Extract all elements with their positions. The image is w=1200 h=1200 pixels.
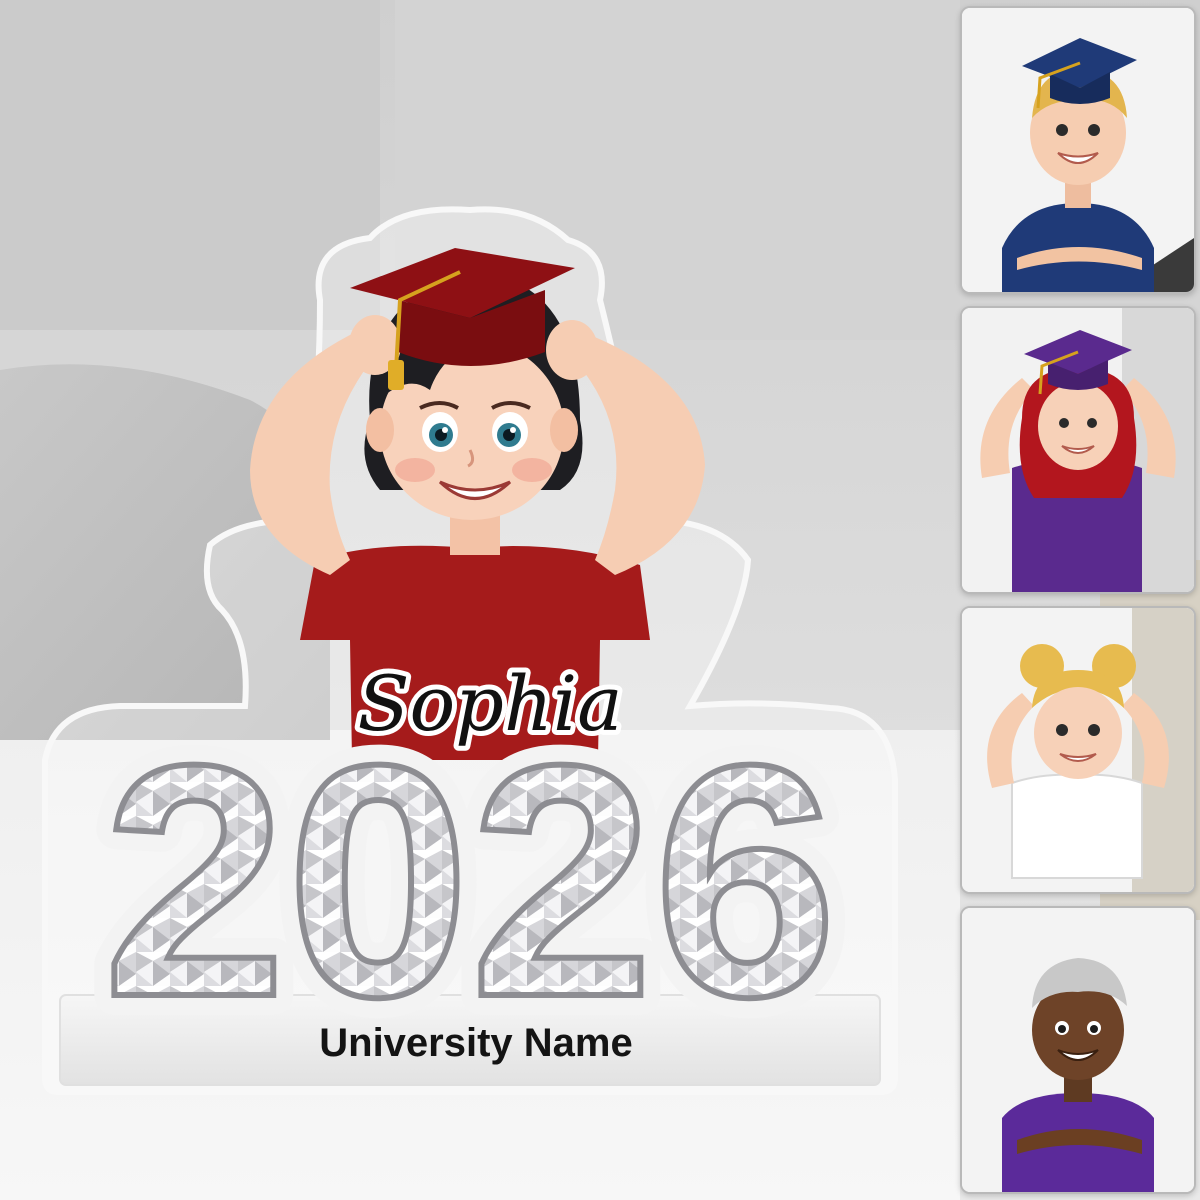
variant-thumbnail-blond-boy[interactable] — [960, 6, 1196, 294]
custom-name-text: Sophia — [357, 659, 622, 748]
thumbnail-image — [962, 608, 1194, 892]
year-text: 2026 — [103, 696, 837, 1065]
thumbnail-image — [962, 908, 1194, 1192]
year-digits: 2026 2026 — [83, 676, 857, 1085]
variant-thumbnail-blonde-buns-girl[interactable] — [960, 606, 1196, 894]
thumbnail-image — [962, 308, 1194, 592]
variant-thumbnail-gray-hair-boy[interactable] — [960, 906, 1196, 1194]
university-name-text: University Name — [319, 1021, 632, 1065]
variant-thumbnail-strip — [958, 0, 1200, 1200]
thumbnail-image — [962, 8, 1194, 292]
variant-thumbnail-red-hair-girl[interactable] — [960, 306, 1196, 594]
